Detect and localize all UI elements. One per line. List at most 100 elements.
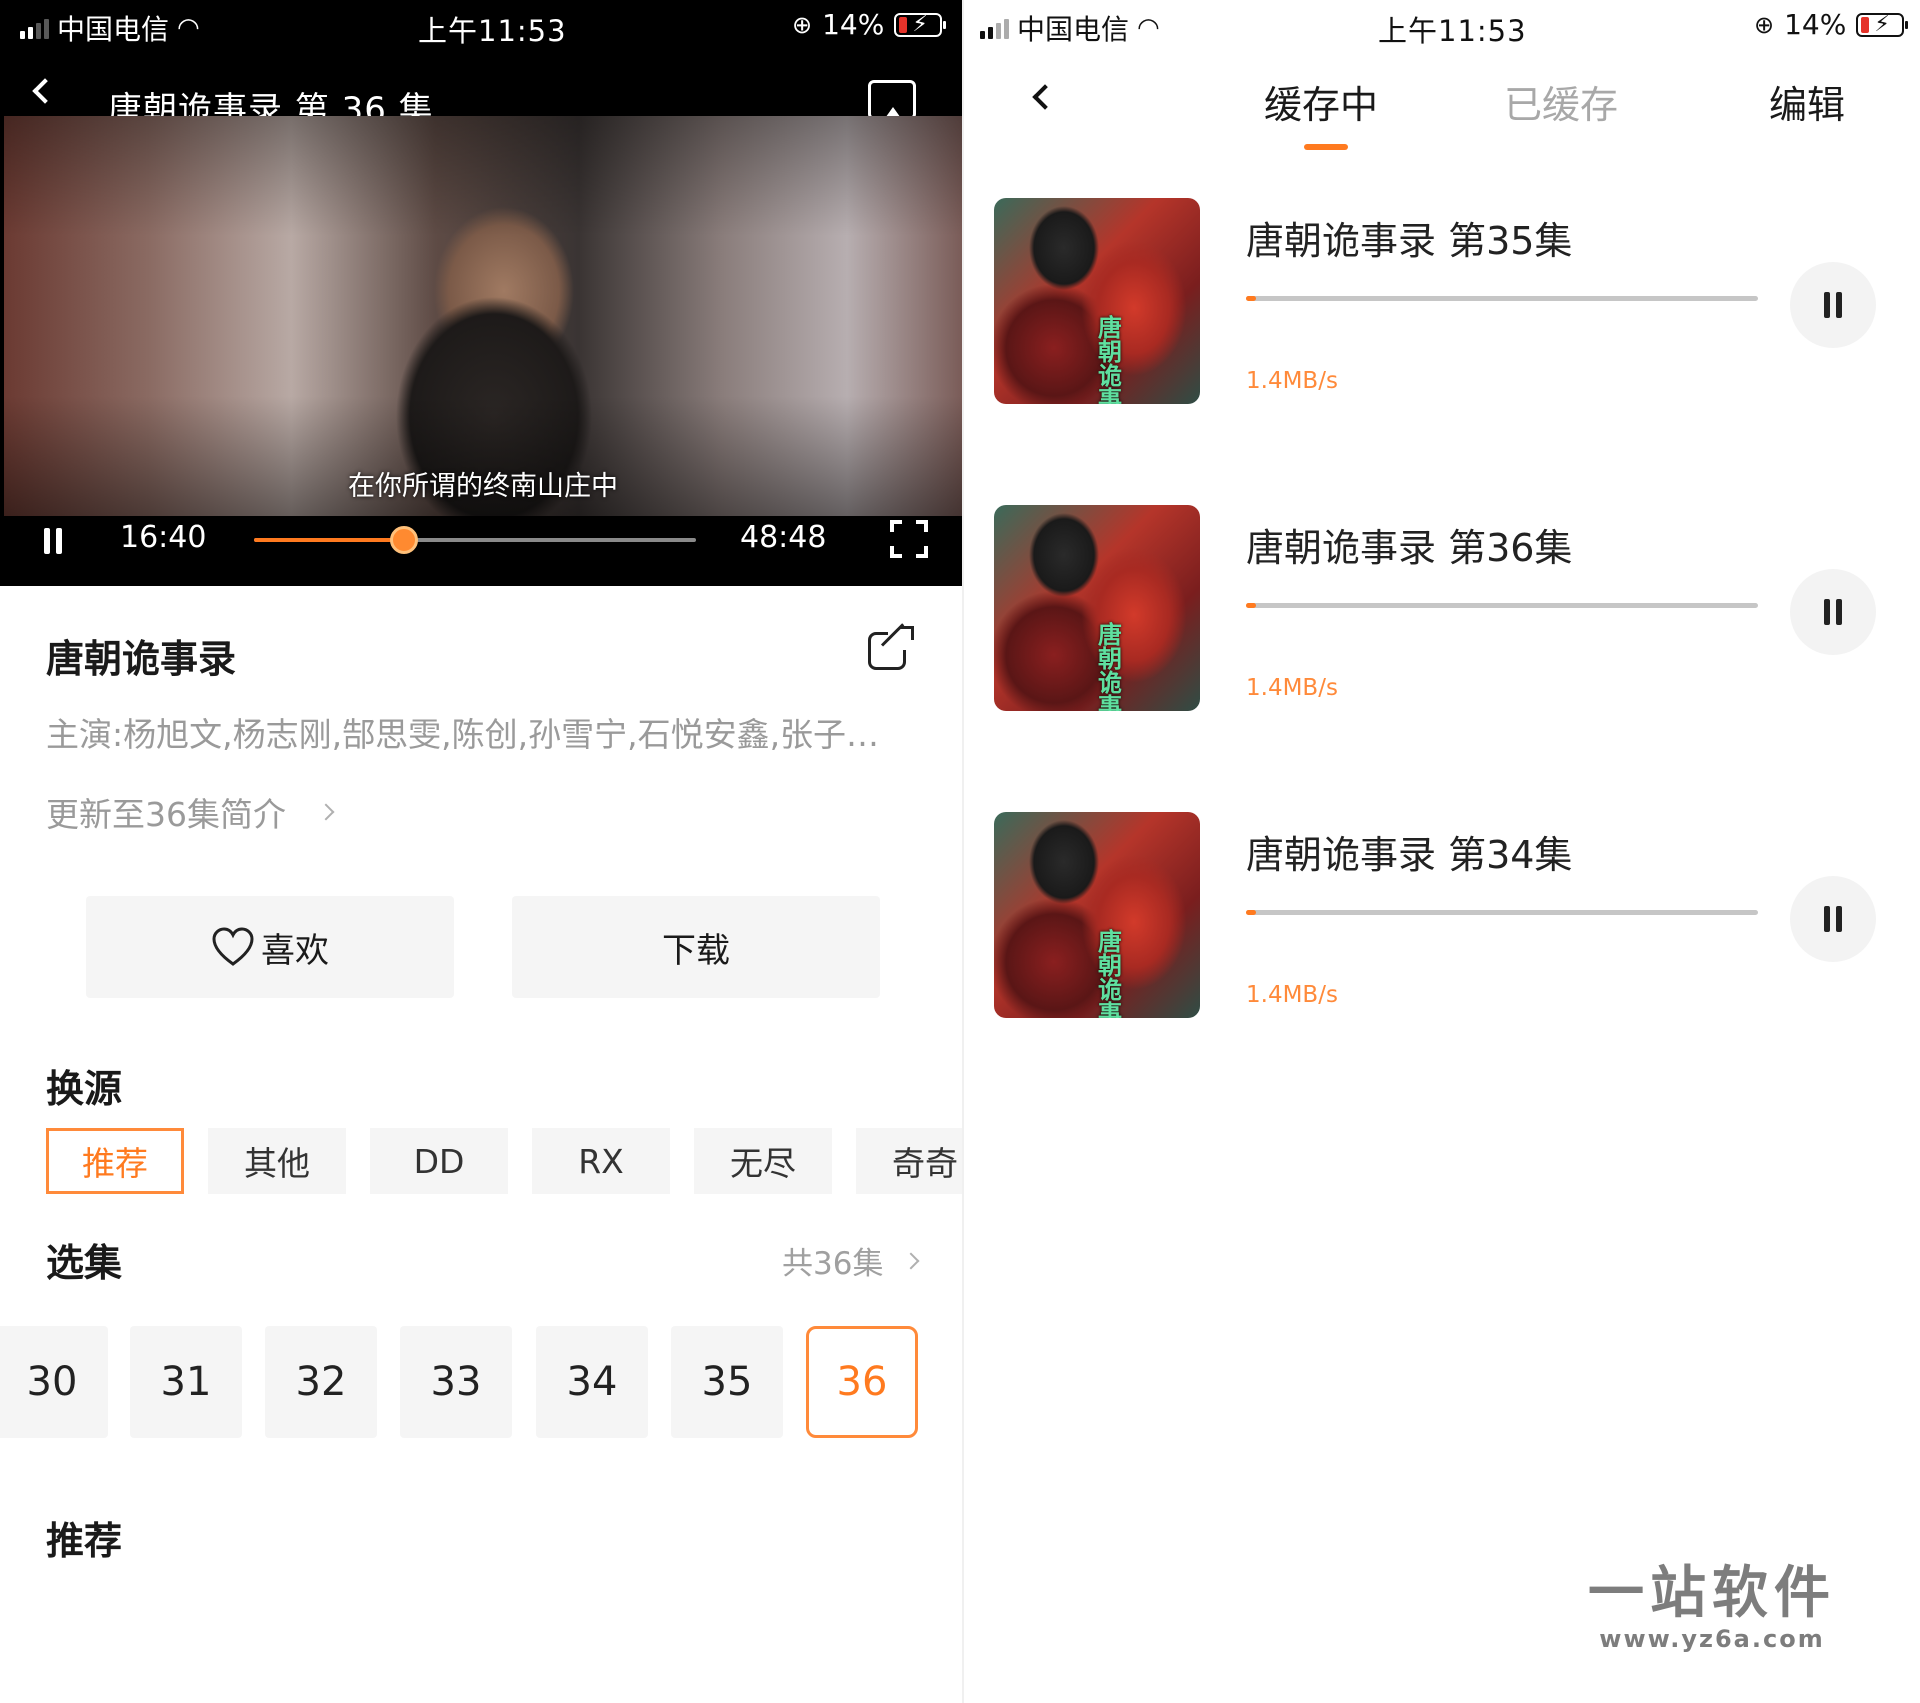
like-button[interactable]: 喜欢 — [86, 896, 454, 998]
watermark-url: www.yz6a.com — [1599, 1625, 1825, 1653]
seek-played — [254, 538, 405, 542]
share-icon[interactable] — [868, 623, 914, 670]
poster-title: 唐朝诡事录 — [1098, 314, 1122, 404]
episode-button[interactable]: 34 — [536, 1326, 648, 1438]
download-button[interactable]: 下载 — [512, 896, 880, 998]
fullscreen-icon[interactable] — [890, 520, 928, 558]
episode-button[interactable]: 31 — [130, 1326, 242, 1438]
download-item[interactable]: 唐朝诡事录 唐朝诡事录 第34集 1.4MB/s — [964, 812, 1920, 1022]
carrier-info: 中国电信 ◠ — [980, 8, 1160, 48]
source-chip[interactable]: 推荐 — [46, 1128, 184, 1194]
episode-total-link[interactable]: 共36集 — [782, 1238, 920, 1283]
status-bar: 中国电信 ◠ 上午11:53 ⊕ 14% ⚡ — [0, 0, 962, 52]
download-progress-fill — [1246, 296, 1257, 301]
battery-charging-icon: ⚡ — [894, 12, 947, 37]
source-chip[interactable]: 无尽 — [694, 1128, 832, 1194]
current-time: 16:40 — [120, 520, 207, 555]
synopsis-label: 更新至36集简介 — [46, 795, 286, 834]
download-title: 唐朝诡事录 第35集 — [1246, 219, 1573, 263]
battery-percent: 14% — [822, 8, 885, 41]
carrier-name: 中国电信 — [1017, 13, 1130, 46]
episode-button[interactable]: 33 — [400, 1326, 512, 1438]
battery-charging-icon: ⚡ — [1856, 12, 1909, 37]
watermark: 一站软件 www.yz6a.com — [1588, 1548, 1836, 1653]
episode-heading: 选集 — [46, 1241, 123, 1285]
watermark-name: 一站软件 — [1588, 1561, 1836, 1626]
poster-title: 唐朝诡事录 — [1098, 621, 1122, 711]
total-duration: 48:48 — [740, 520, 827, 555]
recommend-heading: 推荐 — [46, 1519, 123, 1563]
poster-thumbnail: 唐朝诡事录 — [994, 198, 1200, 404]
pause-icon[interactable] — [44, 528, 62, 554]
episode-button[interactable]: 32 — [265, 1326, 377, 1438]
pause-icon — [1824, 292, 1842, 318]
download-speed: 1.4MB/s — [1246, 675, 1338, 701]
download-title: 唐朝诡事录 第34集 — [1246, 833, 1573, 877]
pause-icon — [1824, 906, 1842, 932]
download-progress-fill — [1246, 910, 1257, 915]
carrier-name: 中国电信 — [57, 13, 170, 46]
download-tabs: 缓存中 已缓存 编辑 — [964, 68, 1920, 168]
download-pause-button[interactable] — [1790, 569, 1876, 655]
heart-icon — [212, 927, 254, 966]
source-chip[interactable]: 其他 — [208, 1128, 346, 1194]
poster-thumbnail: 唐朝诡事录 — [994, 812, 1200, 1018]
back-icon[interactable] — [1032, 84, 1058, 110]
player-controls: 16:40 48:48 — [0, 516, 962, 586]
poster-thumbnail: 唐朝诡事录 — [994, 505, 1200, 711]
status-right: ⊕ 14% ⚡ — [1754, 8, 1909, 41]
episode-button[interactable]: 36 — [806, 1326, 918, 1438]
active-tab-indicator — [1304, 144, 1348, 150]
like-label: 喜欢 — [261, 930, 329, 971]
rotation-lock-icon: ⊕ — [1754, 10, 1775, 39]
status-time: 上午11:53 — [1378, 14, 1527, 48]
status-bar: 中国电信 ◠ 上午11:53 ⊕ 14% ⚡ — [964, 0, 1920, 52]
pause-icon — [1824, 599, 1842, 625]
video-subtitle: 在你所谓的终南山庄中 — [348, 471, 618, 502]
download-item[interactable]: 唐朝诡事录 唐朝诡事录 第36集 1.4MB/s — [964, 505, 1920, 715]
chevron-right-icon — [317, 803, 335, 821]
synopsis-link[interactable]: 更新至36集简介 — [46, 788, 335, 836]
downloads-screen: 中国电信 ◠ 上午11:53 ⊕ 14% ⚡ 缓存中 已缓存 编辑 唐朝诡事录唐… — [962, 0, 1920, 1703]
download-progress — [1246, 603, 1758, 608]
video-frame[interactable]: 在你所谓的终南山庄中 — [4, 116, 962, 516]
airplay-icon[interactable] — [868, 80, 916, 121]
seek-bar[interactable] — [254, 526, 696, 554]
episode-total: 共36集 — [782, 1246, 884, 1282]
source-chip[interactable]: 奇奇 — [856, 1128, 962, 1194]
seek-thumb[interactable] — [390, 526, 419, 554]
source-heading: 换源 — [46, 1067, 123, 1111]
wifi-icon: ◠ — [1137, 13, 1160, 43]
tab-downloading[interactable]: 缓存中 — [1264, 74, 1378, 129]
source-chip[interactable]: DD — [370, 1128, 508, 1194]
chevron-right-icon — [902, 1252, 920, 1269]
download-pause-button[interactable] — [1790, 876, 1876, 962]
signal-icon — [20, 17, 49, 39]
download-title: 唐朝诡事录 第36集 — [1246, 526, 1573, 570]
episode-button[interactable]: 30 — [0, 1326, 108, 1438]
download-pause-button[interactable] — [1790, 262, 1876, 348]
rotation-lock-icon: ⊕ — [792, 10, 813, 39]
player-screen: 中国电信 ◠ 上午11:53 ⊕ 14% ⚡ 唐朝诡事录 第 36 集 在你所谓… — [0, 0, 962, 1703]
cast-list: 主演:杨旭文,杨志刚,郜思雯,陈创,孙雪宁,石悦安鑫,张子… — [46, 715, 880, 754]
video-player[interactable]: 中国电信 ◠ 上午11:53 ⊕ 14% ⚡ 唐朝诡事录 第 36 集 在你所谓… — [0, 0, 962, 586]
download-label: 下载 — [662, 930, 730, 971]
battery-percent: 14% — [1784, 8, 1847, 41]
download-item[interactable]: 唐朝诡事录 唐朝诡事录 第35集 1.4MB/s — [964, 198, 1920, 408]
download-speed: 1.4MB/s — [1246, 982, 1338, 1008]
download-progress-fill — [1246, 603, 1257, 608]
signal-icon — [980, 17, 1009, 39]
edit-button[interactable]: 编辑 — [1769, 74, 1845, 129]
tab-downloaded[interactable]: 已缓存 — [1504, 74, 1618, 129]
download-speed: 1.4MB/s — [1246, 368, 1338, 394]
show-title: 唐朝诡事录 — [46, 637, 237, 681]
poster-title: 唐朝诡事录 — [1098, 928, 1122, 1018]
source-chip[interactable]: RX — [532, 1128, 670, 1194]
download-progress — [1246, 296, 1758, 301]
download-progress — [1246, 910, 1758, 915]
status-right: ⊕ 14% ⚡ — [792, 8, 947, 41]
back-icon[interactable] — [32, 78, 58, 104]
carrier-info: 中国电信 ◠ — [20, 8, 200, 48]
episode-button[interactable]: 35 — [671, 1326, 783, 1438]
status-time: 上午11:53 — [418, 14, 567, 48]
